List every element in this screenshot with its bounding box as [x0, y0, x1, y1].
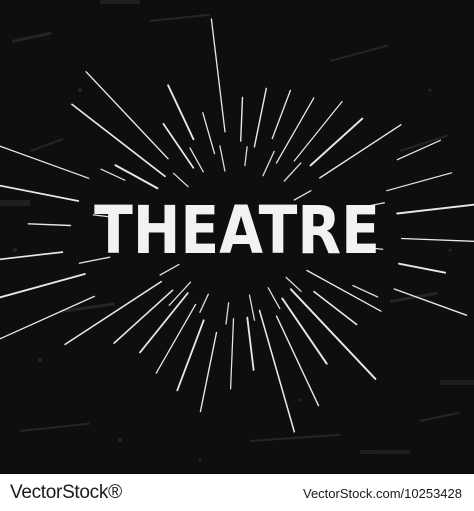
sunburst-ray [309, 117, 364, 167]
vectorstock-logo: VectorStock® [10, 482, 122, 503]
sunburst-ray [396, 139, 442, 161]
sunburst-ray [0, 273, 86, 299]
sunburst-ray [176, 319, 205, 392]
sunburst-ray [239, 96, 244, 142]
sunburst-ray [114, 164, 159, 190]
sunburst-ray [155, 303, 197, 374]
sunburst-tick [199, 293, 209, 313]
sunburst-ray [306, 269, 382, 312]
sunburst-tick [172, 172, 189, 188]
theatre-title: THEATRE [94, 192, 380, 269]
sunburst-ray [319, 124, 402, 179]
sunburst-tick [285, 276, 302, 292]
sunburst-tick [262, 150, 275, 177]
sunburst-tick [248, 294, 256, 321]
sunburst-ray [0, 295, 95, 340]
sunburst-tick [225, 302, 230, 325]
sunburst-ray [393, 288, 468, 316]
sunburst-ray [281, 297, 328, 365]
sunburst-ray [293, 100, 343, 162]
sunburst-tick [267, 287, 281, 310]
watermark-footer: VectorStock® VectorStock.com/10253428 [0, 474, 474, 511]
sunburst-ray [85, 71, 169, 160]
sunburst-ray [113, 289, 174, 344]
stock-id: VectorStock.com/10253428 [303, 486, 462, 501]
sunburst-tick [352, 284, 379, 298]
sunburst-ray [275, 97, 315, 164]
sunburst-ray [271, 89, 292, 140]
sunburst-ray [258, 309, 296, 433]
sunburst-tick [189, 147, 204, 173]
sunburst-tick [100, 168, 126, 181]
sunburst-tick [244, 146, 248, 167]
sunburst-tick [283, 162, 302, 182]
sunburst-ray [202, 112, 216, 155]
sunburst-ray [253, 87, 268, 148]
sunburst-ray [199, 331, 218, 413]
sunburst-ray [0, 145, 90, 179]
sunburst-ray [167, 84, 195, 141]
sunburst-ray [229, 318, 235, 390]
sunburst-ray [139, 292, 189, 354]
sunburst-tick [219, 145, 226, 172]
poster-artwork: THEATRE [0, 0, 474, 474]
sunburst-ray [289, 288, 377, 380]
sunburst-ray [246, 316, 255, 371]
sunburst-ray [210, 18, 226, 133]
